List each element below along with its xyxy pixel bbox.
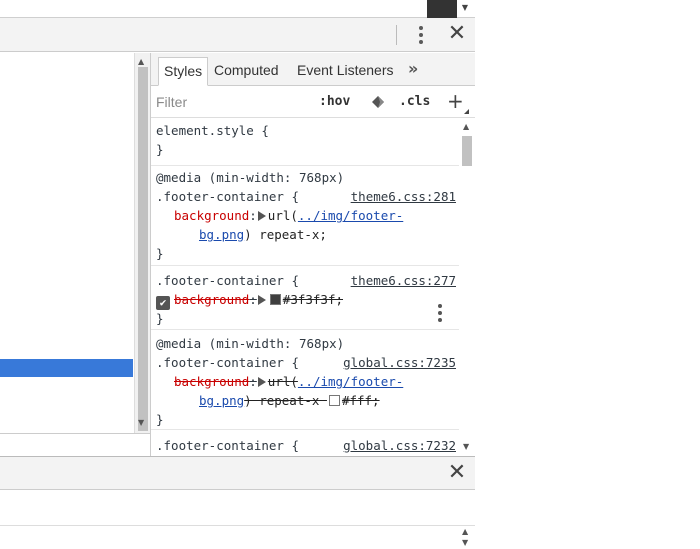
divider: [0, 525, 475, 526]
style-rule[interactable]: @media (min-width: 768px) .footer-contai…: [151, 332, 459, 430]
source-link[interactable]: global.css:7235: [343, 353, 456, 372]
style-rule[interactable]: @media (min-width: 768px) .footer-contai…: [151, 168, 459, 266]
selected-element-row[interactable]: [0, 359, 133, 377]
elements-scrollbar-thumb[interactable]: [138, 67, 148, 431]
blank-area: [475, 0, 700, 549]
rule-selector: .footer-container {: [156, 189, 299, 204]
more-options-icon[interactable]: [414, 24, 428, 46]
hover-state-toggle[interactable]: :hov: [319, 94, 350, 109]
rule-close-brace: }: [156, 246, 164, 261]
toolbar-divider: [396, 25, 397, 45]
rule-close-brace: }: [156, 142, 164, 157]
scroll-down-arrow-icon[interactable]: ▼: [463, 442, 469, 451]
property-value[interactable]: #3f3f3f;: [283, 292, 343, 307]
styles-scrollbar[interactable]: ▲ ▼: [459, 119, 475, 456]
tab-computed[interactable]: Computed: [209, 57, 284, 86]
source-link[interactable]: global.css:7232: [343, 436, 456, 455]
rule-close-brace: }: [156, 412, 164, 427]
image-url-link[interactable]: ../img/footer-: [298, 374, 403, 389]
property-value-suffix[interactable]: ) repeat-x;: [244, 227, 327, 242]
elements-scrollbar[interactable]: ▲ ▼: [134, 53, 150, 433]
style-rule[interactable]: .footer-container { theme6.css:277 ✔ back…: [151, 268, 459, 330]
property-value-middle[interactable]: ) repeat-x: [244, 393, 327, 408]
image-url-link[interactable]: ../img/footer-: [298, 208, 403, 223]
property-name[interactable]: background: [174, 374, 249, 389]
styles-scrollbar-thumb[interactable]: [462, 136, 472, 166]
styles-filter-input[interactable]: [156, 93, 306, 111]
tab-styles[interactable]: Styles: [158, 57, 209, 86]
rule-close-brace: }: [156, 311, 164, 326]
drawer-header: ✕: [0, 457, 475, 490]
expand-triangle-icon[interactable]: [257, 295, 266, 305]
expand-triangle-icon[interactable]: [257, 377, 266, 387]
scroll-down-arrow-icon[interactable]: ▼: [460, 3, 470, 13]
close-drawer-icon[interactable]: ✕: [446, 462, 468, 484]
element-classes-diamond-icon[interactable]: [368, 95, 388, 109]
color-swatch[interactable]: [328, 395, 340, 406]
scroll-up-arrow-icon[interactable]: ▲: [463, 122, 469, 131]
property-value[interactable]: url(: [268, 208, 298, 223]
new-style-rule-icon[interactable]: +: [447, 89, 464, 113]
breadcrumb-bar: [0, 434, 150, 455]
property-enabled-checkbox[interactable]: ✔: [156, 296, 170, 310]
property-value[interactable]: url(: [268, 374, 298, 389]
rule-selector: .footer-container {: [156, 273, 299, 288]
image-url-link-continued[interactable]: bg.png: [199, 393, 244, 408]
media-query: @media (min-width: 768px): [156, 170, 345, 185]
source-link[interactable]: theme6.css:277: [351, 271, 456, 290]
styles-rules-pane: element.style { } @media (min-width: 768…: [151, 119, 459, 456]
elements-tree-panel[interactable]: [0, 53, 134, 433]
new-rule-menu-corner-icon[interactable]: [464, 109, 469, 114]
element-style-rule[interactable]: element.style { }: [151, 121, 459, 166]
scroll-up-arrow-icon[interactable]: ▲: [138, 57, 144, 66]
drawer-body: ▲ ▼: [0, 491, 475, 549]
more-tabs-icon[interactable]: »: [408, 59, 418, 78]
rule-selector: .footer-container {: [156, 355, 299, 370]
styles-sidebar: Styles Computed Event Listeners » :hov .…: [150, 53, 475, 456]
style-rule[interactable]: .footer-container { global.css:7232: [151, 432, 459, 456]
rule-selector: .footer-container {: [156, 438, 299, 453]
property-value-end[interactable]: #fff;: [342, 393, 380, 408]
drawer-scrollbar[interactable]: ▲ ▼: [458, 525, 475, 549]
close-devtools-icon[interactable]: ✕: [446, 23, 468, 45]
rule-more-options-icon[interactable]: [436, 304, 444, 322]
styles-filter-bar: :hov .cls +: [151, 86, 475, 118]
devtools-toolbar: ✕: [0, 18, 475, 52]
property-name[interactable]: background: [174, 292, 249, 307]
image-url-link-continued[interactable]: bg.png: [199, 227, 244, 242]
class-toggle[interactable]: .cls: [399, 94, 430, 109]
scroll-up-arrow-icon[interactable]: ▲: [462, 527, 468, 536]
scroll-down-arrow-icon[interactable]: ▼: [138, 418, 144, 427]
property-name[interactable]: background: [174, 208, 249, 223]
source-link[interactable]: theme6.css:281: [351, 187, 456, 206]
page-scrollbar-thumb[interactable]: [427, 0, 457, 18]
media-query: @media (min-width: 768px): [156, 336, 345, 351]
tab-event-listeners[interactable]: Event Listeners: [292, 57, 399, 86]
color-swatch[interactable]: [269, 294, 281, 305]
scroll-down-arrow-icon[interactable]: ▼: [462, 538, 468, 547]
expand-triangle-icon[interactable]: [257, 211, 266, 221]
rule-selector: element.style {: [156, 123, 269, 138]
page-viewport-strip: ▼: [0, 0, 475, 18]
sidebar-tabs: Styles Computed Event Listeners »: [151, 53, 475, 86]
